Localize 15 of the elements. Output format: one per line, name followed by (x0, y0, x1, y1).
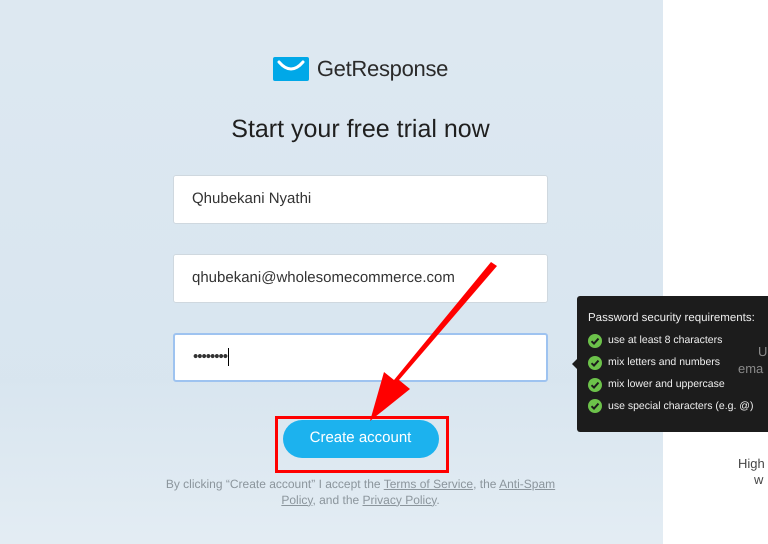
partial-text: w (754, 471, 764, 489)
tooltip-title: Password security requirements: (588, 311, 756, 326)
partial-text: High (738, 455, 765, 473)
partial-text: ema (738, 360, 764, 378)
requirement-text: mix letters and numbers (608, 355, 720, 370)
page-title: Start your free trial now (231, 114, 490, 145)
logo-text: GetResponse (316, 55, 448, 83)
requirement-text: use at least 8 characters (608, 333, 722, 348)
requirement-text: mix lower and uppercase (608, 376, 725, 392)
legal-text: By clicking “Create account” I accept the Terms of Service, the Anti-Spam Policy, and the Privacy Policy. (164, 476, 556, 508)
input-field[interactable]: qhubekani@wholesomecommerce.com (173, 254, 548, 302)
input-field[interactable]: Qhubekani Nyathi (173, 174, 548, 224)
requirement-text: use special characters (e.g. @) (608, 398, 754, 414)
partial-text: U (758, 343, 768, 361)
password-field[interactable]: •••••••• (173, 332, 548, 382)
